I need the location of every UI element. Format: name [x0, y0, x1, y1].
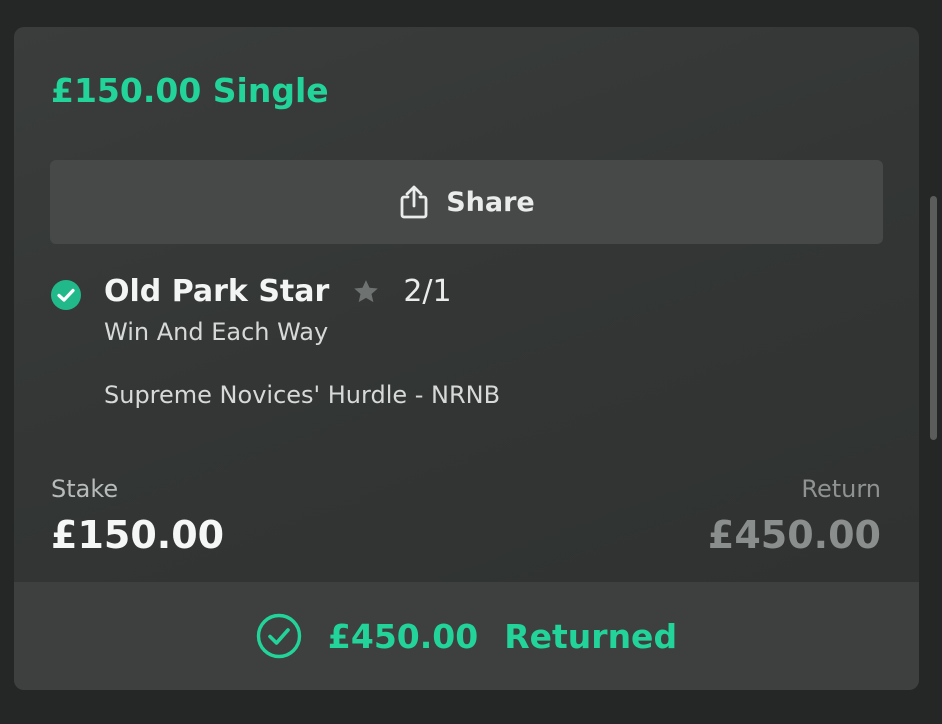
share-button-label: Share — [446, 186, 535, 218]
returned-status: Returned — [504, 616, 678, 656]
bet-card: £150.00 Single Share Old Park Star 2/1 W… — [14, 27, 919, 690]
check-circle-icon — [51, 280, 81, 310]
bet-title: £150.00 Single — [51, 71, 329, 110]
selection-name: Old Park Star — [104, 274, 330, 309]
share-button[interactable]: Share — [50, 160, 883, 244]
odds-value: 2/1 — [403, 274, 452, 309]
market-name: Supreme Novices' Hurdle - NRNB — [104, 381, 501, 409]
scrollbar[interactable] — [930, 196, 937, 440]
share-icon — [398, 184, 430, 220]
star-icon[interactable] — [351, 277, 381, 307]
stake-label: Stake — [51, 475, 119, 503]
returned-amount: £450.00 — [327, 616, 479, 656]
stake-value: £150.00 — [51, 513, 225, 557]
bet-type: Win And Each Way — [104, 318, 329, 346]
returned-banner: £450.00 Returned — [14, 582, 919, 690]
check-circle-outline-icon — [256, 613, 302, 659]
bet-receipt-screen: £150.00 Single Share Old Park Star 2/1 W… — [0, 0, 942, 724]
return-value: £450.00 — [707, 513, 881, 557]
selection-row: Old Park Star 2/1 — [104, 274, 452, 309]
return-label: Return — [801, 475, 881, 503]
